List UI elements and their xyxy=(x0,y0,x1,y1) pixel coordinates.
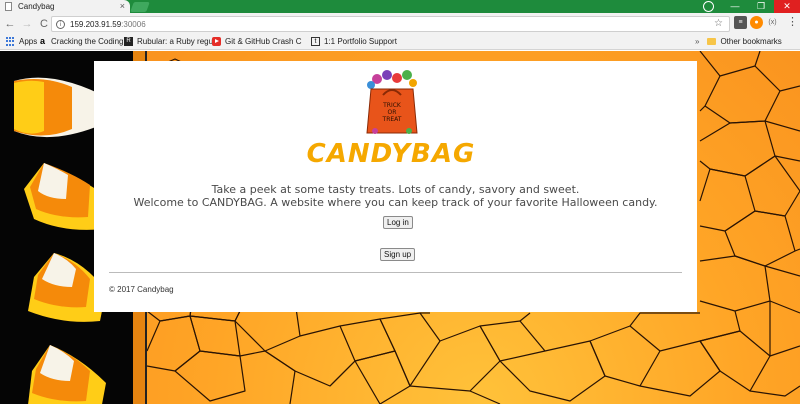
new-tab-button[interactable] xyxy=(130,2,150,12)
browser-toolbar: ← → C i 159.203.91.59 :30006 ☆ xyxy=(0,13,800,34)
page-icon xyxy=(5,2,12,11)
t-icon: t xyxy=(311,37,320,46)
profile-icon[interactable] xyxy=(703,1,714,12)
svg-text:TRICK: TRICK xyxy=(382,102,402,109)
bookmark-other[interactable]: Other bookmarks xyxy=(707,37,782,46)
bookmark-apps[interactable]: Apps xyxy=(6,37,38,46)
intro-line-1: Take a peek at some tasty treats. Lots o… xyxy=(211,183,580,196)
url-host: 159.203.91.59 xyxy=(70,19,122,29)
bookmark-git-github[interactable]: Git & GitHub Crash C xyxy=(212,37,311,46)
back-button[interactable]: ← xyxy=(3,17,17,31)
footer-copyright: © 2017 Candybag xyxy=(109,285,174,294)
reload-button[interactable]: C xyxy=(37,17,51,31)
maximize-button[interactable]: ❐ xyxy=(748,0,774,13)
info-icon[interactable]: i xyxy=(56,19,65,29)
bookmark-label: Cracking the Coding xyxy=(51,37,124,46)
svg-text:OR: OR xyxy=(388,109,397,116)
bookmark-portfolio-support[interactable]: t 1:1 Portfolio Support xyxy=(311,37,403,46)
tab-close-icon[interactable]: × xyxy=(120,2,125,11)
forward-button[interactable]: → xyxy=(20,17,34,31)
bookmarks-bar: Apps a Cracking the Coding R Rubular: a … xyxy=(0,34,800,50)
close-window-button[interactable]: ✕ xyxy=(774,0,800,13)
browser-titlebar: Candybag × — ❐ ✕ xyxy=(0,0,800,13)
folder-icon xyxy=(707,38,717,45)
address-bar[interactable]: i 159.203.91.59 :30006 ☆ xyxy=(51,16,730,32)
content-card: TRICK OR TREAT CANDYBAG Take a peek at s… xyxy=(94,61,697,312)
candy-bag-icon: TRICK OR TREAT xyxy=(366,70,418,134)
login-button[interactable]: Log in xyxy=(383,216,413,229)
bookmark-label: Rubular: a Ruby regu xyxy=(137,37,212,46)
tab-title: Candybag xyxy=(18,2,55,11)
minimize-button[interactable]: — xyxy=(722,0,748,13)
chrome-menu-icon[interactable]: ⋮ xyxy=(787,16,798,29)
url-port: :30006 xyxy=(121,19,146,29)
footer-divider xyxy=(109,272,682,273)
candy-corn-image xyxy=(28,345,106,404)
bookmark-label: 1:1 Portfolio Support xyxy=(324,37,397,46)
bookmark-rubular[interactable]: R Rubular: a Ruby regu xyxy=(124,37,212,46)
extension-icon[interactable]: ● xyxy=(750,16,763,29)
bookmark-cracking-coding[interactable]: a Cracking the Coding xyxy=(38,37,124,46)
bookmark-label: Other bookmarks xyxy=(720,37,782,46)
window-controls: — ❐ ✕ xyxy=(722,0,800,13)
extension-icon[interactable]: ≡ xyxy=(734,16,747,29)
extension-icons: ≡ ● (x) xyxy=(734,16,782,29)
bookmarks-overflow-icon[interactable]: » xyxy=(695,37,699,46)
svg-text:TREAT: TREAT xyxy=(382,116,402,123)
logo-text: CANDYBAG xyxy=(306,139,476,169)
candybag-logo: TRICK OR TREAT CANDYBAG xyxy=(301,69,481,173)
browser-tab[interactable]: Candybag × xyxy=(0,0,130,13)
apps-grid-icon xyxy=(6,37,15,46)
rubular-icon: R xyxy=(124,37,133,46)
page-background: TRICK OR TREAT CANDYBAG Take a peek at s… xyxy=(0,51,800,404)
bookmark-label: Git & GitHub Crash C xyxy=(225,37,302,46)
bookmark-star-icon[interactable]: ☆ xyxy=(714,18,723,29)
youtube-icon xyxy=(212,37,221,46)
intro-line-2: Welcome to CANDYBAG. A website where you… xyxy=(133,196,658,209)
signup-button[interactable]: Sign up xyxy=(380,248,416,261)
bookmark-label: Apps xyxy=(19,37,38,46)
intro-text: Take a peek at some tasty treats. Lots o… xyxy=(94,183,697,209)
extension-icon[interactable]: (x) xyxy=(766,16,779,29)
amazon-icon: a xyxy=(39,37,45,46)
